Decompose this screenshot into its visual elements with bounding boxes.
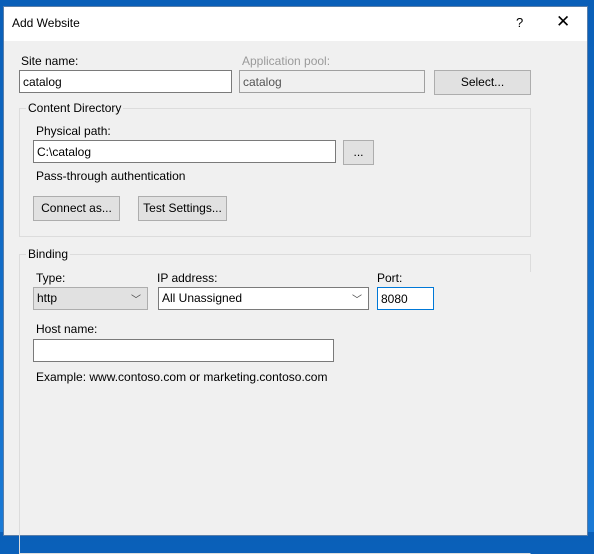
chevron-down-icon: ﹀: [352, 295, 362, 306]
close-button[interactable]: ✕: [556, 12, 570, 32]
physical-path-label: Physical path:: [36, 124, 111, 138]
chevron-down-icon: ﹀: [131, 295, 141, 306]
title-bar: Add Website ? ✕: [4, 7, 587, 41]
physical-path-input[interactable]: [33, 140, 336, 163]
ip-address-label: IP address:: [157, 271, 218, 285]
port-input[interactable]: [377, 287, 434, 310]
app-pool-label: Application pool:: [242, 54, 331, 68]
type-select[interactable]: http ﹀: [33, 287, 148, 310]
binding-legend: Binding: [26, 247, 71, 261]
browse-button[interactable]: ...: [343, 140, 374, 165]
type-label: Type:: [36, 271, 66, 285]
test-settings-button[interactable]: Test Settings...: [138, 196, 227, 221]
host-name-label: Host name:: [36, 322, 98, 336]
site-name-input[interactable]: [19, 70, 232, 93]
content-directory-legend: Content Directory: [26, 101, 124, 115]
type-value: http: [37, 291, 58, 305]
app-pool-input: [239, 70, 425, 93]
host-name-example: Example: www.contoso.com or marketing.co…: [36, 370, 328, 384]
add-website-dialog: Add Website ? ✕ Site name: Application p…: [3, 6, 588, 554]
help-button[interactable]: ?: [516, 15, 523, 30]
pass-through-label: Pass-through authentication: [36, 169, 186, 183]
port-label: Port:: [377, 271, 403, 285]
site-name-label: Site name:: [21, 54, 79, 68]
dialog-title: Add Website: [12, 16, 80, 30]
binding-group-edge: [530, 254, 531, 272]
select-button[interactable]: Select...: [434, 70, 531, 95]
ip-address-select[interactable]: All Unassigned ﹀: [158, 287, 369, 310]
connect-as-button[interactable]: Connect as...: [33, 196, 120, 221]
ip-address-value: All Unassigned: [162, 291, 243, 305]
host-name-input[interactable]: [33, 339, 334, 362]
